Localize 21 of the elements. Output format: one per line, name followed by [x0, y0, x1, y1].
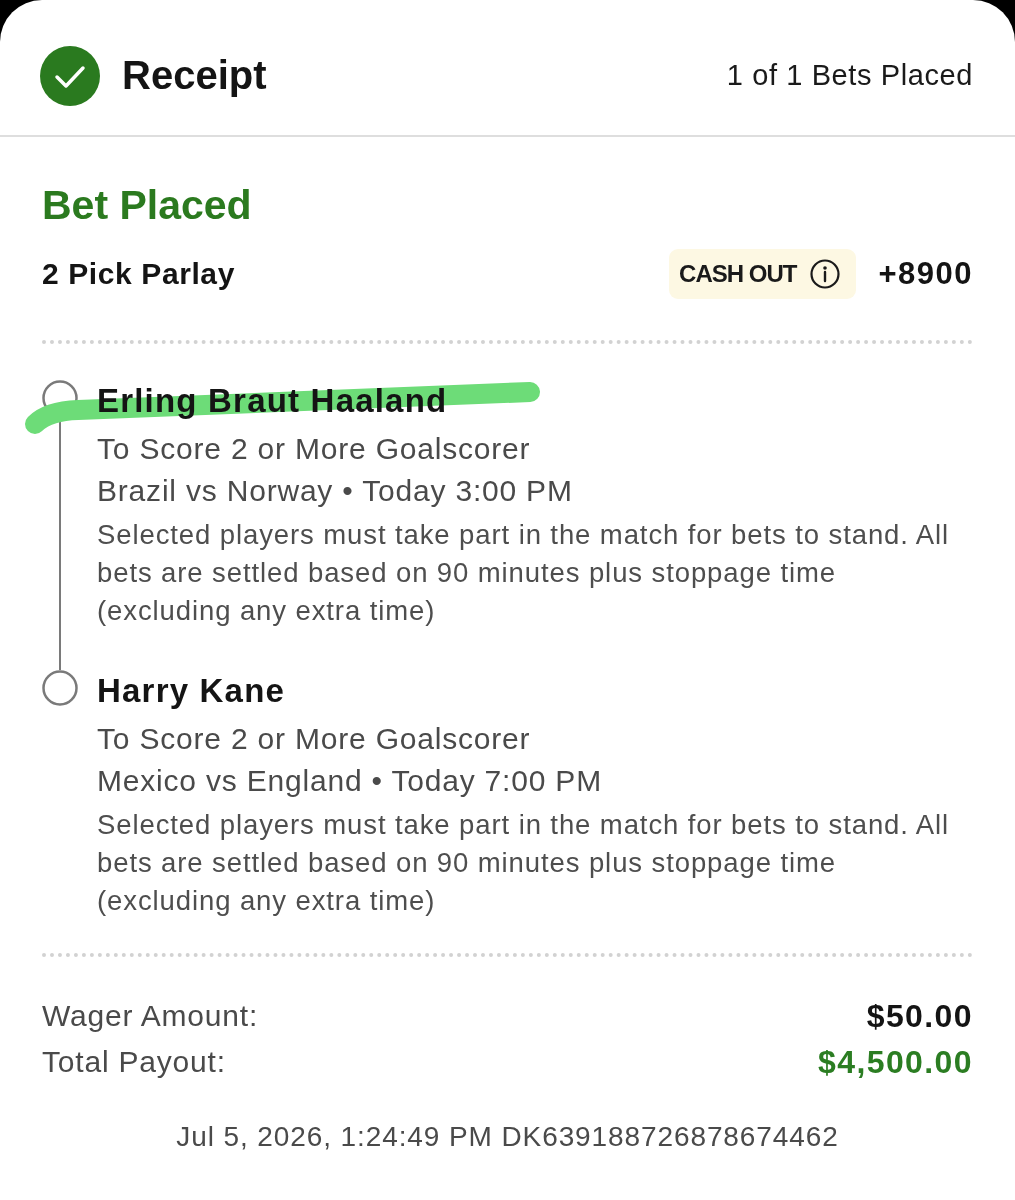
bet-terms: Selected players must take part in the match for bets to stand. All bets are settled based on 90 minutes plus stoppage time (excluding any extra time) — [97, 518, 951, 628]
bet-market: To Score 2 or More Goalscorer — [97, 431, 532, 467]
bet-odds: +8900 — [878, 256, 973, 292]
bet-market: To Score 2 or More Goalscorer — [97, 721, 532, 757]
bet-terms: Selected players must take part in the match for bets to stand. All bets are settled based on 90 minutes plus stoppage time (excluding any extra time) — [97, 808, 951, 918]
bet-type: 2 Pick Parlay — [42, 257, 236, 291]
success-check-icon — [40, 45, 100, 106]
player-name: Harry Kane — [97, 671, 287, 711]
bet-timestamp-id: Jul 5, 2026, 1:24:49 PM DK639188726878674462 — [175, 1120, 840, 1154]
cash-out-button[interactable]: CASH OUT — [669, 249, 857, 299]
match-event: Brazil vs Norway • Today 3:00 PM — [97, 473, 574, 509]
match-event: Mexico vs England • Today 7:00 PM — [97, 763, 603, 799]
wager-amount: $50.00 — [866, 997, 973, 1035]
info-icon — [810, 259, 841, 289]
bets-placed-count: 1 of 1 Bets Placed — [726, 59, 973, 92]
receipt-title: Receipt — [122, 53, 268, 98]
bet-status: Bet Placed — [42, 181, 253, 229]
total-label: Wager Amount: — [42, 999, 259, 1033]
timeline-node-icon — [42, 670, 78, 706]
total-label: Total Payout: — [42, 1045, 226, 1079]
payout-amount: $4,500.00 — [818, 1043, 973, 1081]
